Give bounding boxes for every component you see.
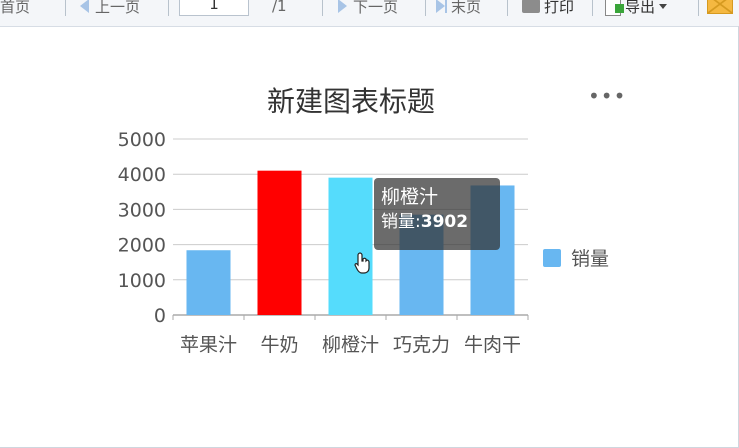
- bar-苹果汁[interactable]: [186, 250, 231, 315]
- y-tick-label: 5000: [118, 129, 166, 151]
- x-tick-label: 牛奶: [260, 334, 298, 356]
- tooltip-row: 销量:3902: [381, 209, 493, 235]
- bar-chart: 010002000300040005000苹果汁 牛奶 柳橙汁 巧克力 牛肉干: [118, 129, 529, 356]
- x-tick-label: 巧克力: [393, 334, 450, 356]
- y-tick-label: 4000: [118, 164, 166, 186]
- bar-牛奶[interactable]: [257, 170, 302, 315]
- tooltip-title: 柳橙汁: [381, 186, 439, 208]
- y-tick-label: 2000: [118, 235, 166, 257]
- x-tick-label: 牛肉干: [464, 334, 521, 356]
- legend-label: 销量: [571, 248, 610, 270]
- x-tick-label: 柳橙汁: [322, 334, 379, 356]
- axis-layer: [172, 314, 529, 320]
- legend-swatch: [543, 248, 561, 267]
- tooltip-value: 3902: [420, 212, 469, 232]
- hand-cursor-icon: [354, 252, 370, 274]
- x-tick-label: 苹果汁: [180, 334, 237, 356]
- chart-legend[interactable]: 销量: [543, 244, 609, 271]
- y-tick-label: 3000: [118, 199, 166, 221]
- y-tick-label: 1000: [118, 270, 166, 292]
- y-tick-label: 0: [154, 305, 166, 327]
- tooltip-label: 销量:: [381, 212, 421, 232]
- bar-柳橙汁[interactable]: [328, 177, 373, 315]
- chart-tooltip: 柳橙汁 销量:3902: [374, 178, 500, 250]
